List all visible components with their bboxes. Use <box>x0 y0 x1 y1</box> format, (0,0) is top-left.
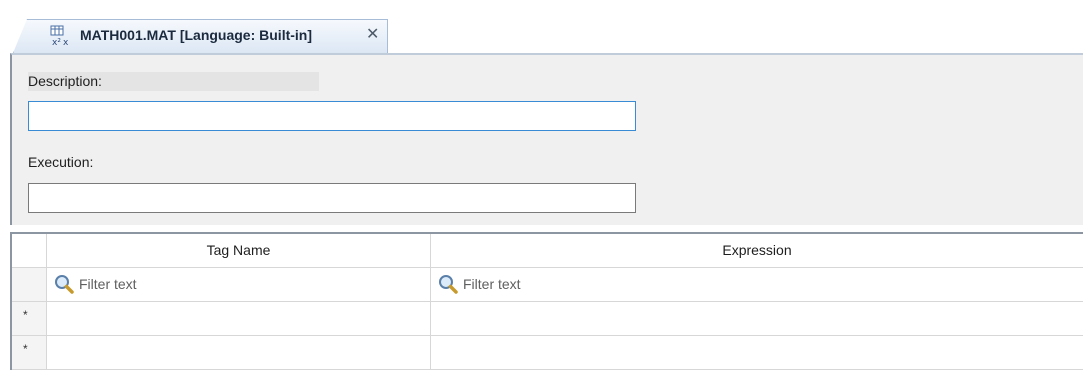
description-field[interactable] <box>28 101 636 131</box>
filter-placeholder: Filter text <box>79 276 137 292</box>
close-icon[interactable]: ✕ <box>366 25 379 45</box>
expression-cell[interactable] <box>431 336 1083 370</box>
new-row-marker: * <box>23 308 28 322</box>
row-header <box>12 268 47 302</box>
tag-name-filter[interactable]: Filter text <box>47 268 431 302</box>
svg-text:x²: x² <box>52 38 61 47</box>
execution-field[interactable] <box>28 183 636 213</box>
new-row-marker: * <box>23 342 28 356</box>
table-row: * <box>12 302 1083 336</box>
grid-header-row: Tag Name Expression <box>12 234 1083 268</box>
row-header-corner <box>12 234 47 268</box>
execution-label: Execution: <box>28 154 94 170</box>
column-header-expression[interactable]: Expression <box>431 234 1083 268</box>
search-icon <box>55 275 74 294</box>
math-routine-icon: x² x <box>50 25 69 47</box>
row-header[interactable]: * <box>12 302 47 336</box>
document-tab[interactable]: x² x MATH001.MAT [Language: Built-in] ✕ <box>13 19 388 53</box>
expression-filter[interactable]: Filter text <box>431 268 1083 302</box>
description-label: Description: <box>28 73 102 89</box>
document-tab-strip: x² x MATH001.MAT [Language: Built-in] ✕ <box>0 0 1083 53</box>
tag-name-cell[interactable] <box>47 336 431 370</box>
row-header[interactable]: * <box>12 336 47 370</box>
tag-name-cell[interactable] <box>47 302 431 336</box>
grid-filter-row: Filter text Filter text <box>12 268 1083 302</box>
expression-cell[interactable] <box>431 302 1083 336</box>
svg-text:x: x <box>63 38 69 47</box>
filter-placeholder: Filter text <box>463 276 521 292</box>
tab-title: MATH001.MAT [Language: Built-in] <box>80 27 313 43</box>
column-header-tag-name[interactable]: Tag Name <box>47 234 431 268</box>
table-row: * <box>12 336 1083 370</box>
tag-expression-grid: Tag Name Expression Filter text Filter t… <box>10 232 1083 370</box>
properties-panel: Description: Execution: <box>10 53 1083 225</box>
search-icon <box>439 275 458 294</box>
